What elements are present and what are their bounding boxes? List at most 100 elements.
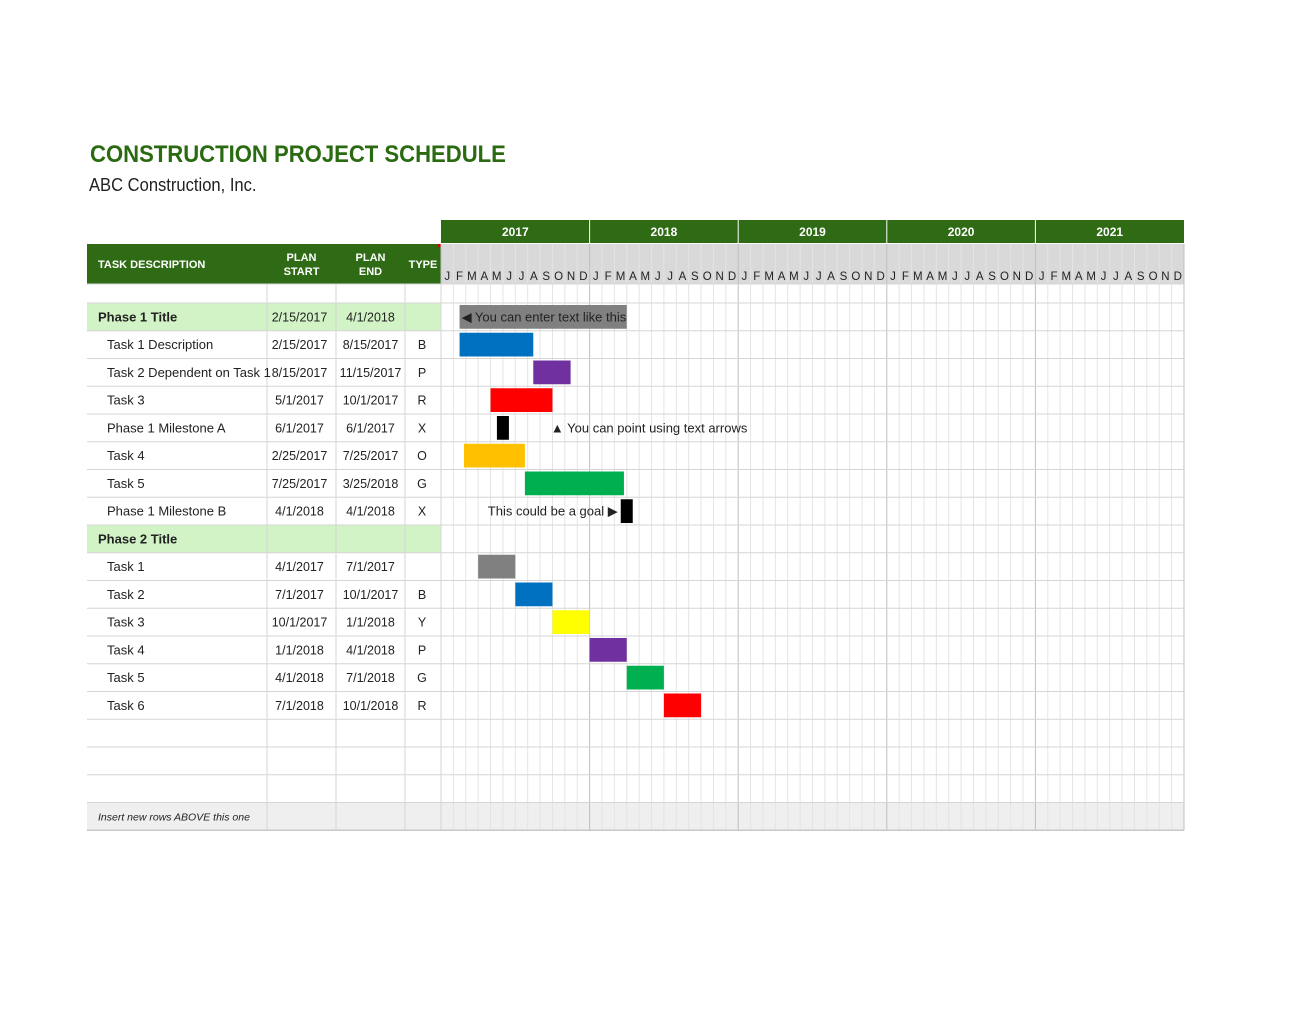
phase-title: Phase 1 Title xyxy=(98,309,177,324)
plan-end-date: 7/1/2018 xyxy=(346,671,395,685)
year-label-2017: 2017 xyxy=(502,225,529,239)
column-header-task: TASK DESCRIPTION xyxy=(98,259,205,271)
plan-end-date: 7/25/2017 xyxy=(343,449,399,463)
task-type-code: X xyxy=(418,505,427,519)
month-tick-label: F xyxy=(753,271,760,283)
task-description: Task 3 xyxy=(107,393,145,408)
footer-row-fill xyxy=(87,802,1184,831)
task-type-code: R xyxy=(417,699,426,713)
month-tick-label: M xyxy=(1086,271,1096,283)
plan-end-date: 6/1/2017 xyxy=(346,421,395,435)
month-tick-label: O xyxy=(851,271,860,283)
task-description: Task 2 Dependent on Task 1 xyxy=(107,365,271,380)
month-tick-label: F xyxy=(605,271,612,283)
month-tick-label: D xyxy=(1174,271,1182,283)
month-tick-label: D xyxy=(876,271,884,283)
month-tick-label: O xyxy=(1000,271,1009,283)
task-type-code: Y xyxy=(418,616,427,630)
month-tick-label: J xyxy=(667,271,673,283)
project-schedule-gantt: 2017 2018 2019 2020 2021 TASK DESCRIPTION PLAN… xyxy=(87,220,1185,831)
month-tick-label: M xyxy=(938,271,948,283)
month-tick-label: S xyxy=(840,271,848,283)
month-tick-label: J xyxy=(1113,271,1119,283)
month-tick-label: J xyxy=(1101,271,1107,283)
month-tick-label: A xyxy=(481,271,489,283)
plan-start-date: 7/1/2017 xyxy=(275,588,324,602)
task-bar xyxy=(459,332,534,357)
month-tick-label: J xyxy=(964,271,970,283)
task-bar xyxy=(463,443,525,468)
plan-end-date: 3/25/2018 xyxy=(343,477,399,491)
column-header-plan-start: PLAN xyxy=(287,252,317,264)
month-tick-label: D xyxy=(579,271,587,283)
task-description: Phase 1 Milestone A xyxy=(107,420,226,435)
month-tick-label: A xyxy=(1124,271,1132,283)
month-tick-label: F xyxy=(1050,271,1057,283)
task-description: Task 2 xyxy=(107,587,145,602)
task-bar xyxy=(515,582,553,607)
task-bar xyxy=(589,638,627,662)
task-type-code: X xyxy=(418,421,427,435)
plan-end-date: 11/15/2017 xyxy=(340,366,402,380)
plan-end-date: 4/1/2018 xyxy=(346,643,395,657)
month-tick-label: J xyxy=(506,271,512,283)
bar-annotation: ◀ You can enter text like this xyxy=(462,309,627,324)
month-tick-label: A xyxy=(827,271,835,283)
month-tick-label: A xyxy=(629,271,637,283)
task-type-code: G xyxy=(417,477,427,491)
plan-end-date: 4/1/2018 xyxy=(346,310,395,324)
month-tick-label: N xyxy=(864,271,872,283)
plan-start-date: 7/1/2018 xyxy=(275,699,324,713)
month-tick-label: A xyxy=(976,271,984,283)
plan-end-date: 10/1/2018 xyxy=(343,699,399,713)
plan-end-date: 4/1/2018 xyxy=(346,505,395,519)
month-tick-label: J xyxy=(803,271,809,283)
task-type-code: R xyxy=(417,394,426,408)
task-description: Task 1 xyxy=(107,559,145,574)
footer-insert-note: Insert new rows ABOVE this one xyxy=(98,811,250,823)
month-tick-label: S xyxy=(1137,271,1145,283)
month-tick-label: M xyxy=(1062,271,1072,283)
month-tick-label: M xyxy=(492,271,502,283)
month-tick-label: J xyxy=(444,271,450,283)
task-bar xyxy=(663,693,702,718)
plan-end-date: 1/1/2018 xyxy=(346,616,395,630)
phase-title: Phase 2 Title xyxy=(98,531,177,546)
milestone-note: ▲ You can point using text arrows xyxy=(551,420,748,435)
task-description: Task 3 xyxy=(107,615,145,630)
task-type-code: B xyxy=(418,338,426,352)
plan-start-date: 6/1/2017 xyxy=(275,421,324,435)
plan-start-date: 2/15/2017 xyxy=(272,338,328,352)
milestone-note: This could be a goal ▶ xyxy=(488,504,618,519)
task-type-code: B xyxy=(418,588,426,602)
plan-start-date: 4/1/2017 xyxy=(275,560,324,574)
month-tick-label: S xyxy=(542,271,550,283)
task-bar xyxy=(626,665,664,690)
month-tick-label: N xyxy=(1161,271,1169,283)
month-tick-label: O xyxy=(1149,271,1158,283)
month-tick-label: J xyxy=(519,271,525,283)
month-tick-label: A xyxy=(530,271,538,283)
task-bar xyxy=(552,610,590,634)
task-description: Task 6 xyxy=(107,698,145,713)
year-label-2018: 2018 xyxy=(651,225,678,239)
milestone-marker xyxy=(620,499,633,523)
month-tick-label: N xyxy=(1013,271,1021,283)
milestone-marker xyxy=(496,416,509,440)
month-tick-label: M xyxy=(467,271,477,283)
month-tick-label: M xyxy=(913,271,923,283)
month-tick-label: A xyxy=(778,271,786,283)
month-tick-label: M xyxy=(616,271,626,283)
plan-start-date: 10/1/2017 xyxy=(272,616,328,630)
month-tick-label: A xyxy=(1075,271,1083,283)
month-tick-label: S xyxy=(988,271,996,283)
month-tick-label: J xyxy=(593,271,599,283)
plan-start-date: 8/15/2017 xyxy=(272,366,328,380)
month-tick-label: S xyxy=(691,271,699,283)
month-tick-label: D xyxy=(1025,271,1033,283)
month-tick-label: O xyxy=(554,271,563,283)
month-tick-label: F xyxy=(456,271,463,283)
plan-end-date: 10/1/2017 xyxy=(343,394,399,408)
column-header-plan-end: END xyxy=(359,266,382,278)
month-tick-label: J xyxy=(1039,271,1045,283)
